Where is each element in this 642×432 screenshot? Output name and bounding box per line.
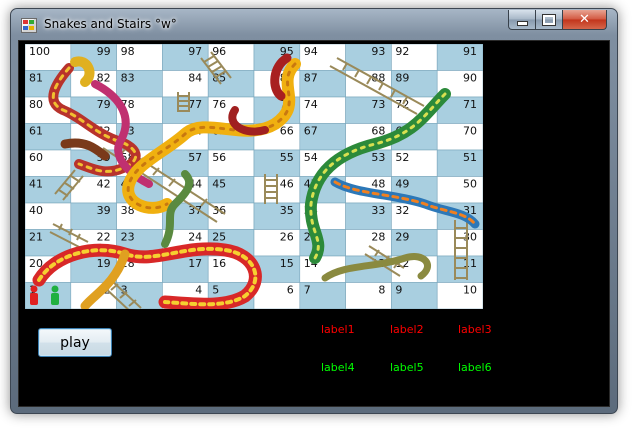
board-cell-number: 55 [280, 151, 294, 164]
app-icon[interactable] [21, 18, 37, 33]
board-cell-number: 94 [304, 45, 318, 58]
board-cell-number: 70 [463, 125, 477, 138]
board-cell-number: 40 [29, 204, 43, 217]
board-cell-number: 17 [188, 257, 202, 270]
board-cell-number: 32 [395, 204, 409, 217]
board-cell-number: 48 [371, 178, 385, 191]
board-cell-number: 92 [395, 45, 409, 58]
board-cell-number: 52 [395, 151, 409, 164]
window-title: Snakes and Stairs °w° [44, 17, 177, 31]
board-cell-number: 56 [212, 151, 226, 164]
board-cell-number: 35 [280, 204, 294, 217]
board-cell-number: 24 [188, 231, 202, 244]
board-cell-number: 8 [378, 284, 385, 297]
board-cell-number: 60 [29, 151, 43, 164]
board-cell-number: 25 [212, 231, 226, 244]
board-cell-number: 91 [463, 45, 477, 58]
app-window: Snakes and Stairs °w° ✕ 100 99 98 97 96 95 94 9… [10, 8, 618, 414]
label3: label3 [458, 323, 492, 336]
game-board[interactable]: 100 99 98 97 96 95 94 93 92 91 81 82 83 84 85 86 87 88 89 9… [25, 44, 483, 309]
board-cell-number: 9 [395, 284, 402, 297]
label4: label4 [321, 361, 355, 374]
board-cell-number: 10 [463, 284, 477, 297]
player-token-icon [51, 285, 59, 305]
board-cell-number: 80 [29, 98, 43, 111]
board-cell-number: 93 [371, 45, 385, 58]
label2: label2 [390, 323, 424, 336]
board-cell-number: 54 [304, 151, 318, 164]
board-cell-number: 19 [97, 257, 111, 270]
board-cell-number: 66 [280, 125, 294, 138]
minimize-button[interactable] [508, 10, 536, 30]
board-cell-number: 79 [97, 98, 111, 111]
board-cell-number: 53 [371, 151, 385, 164]
board-cell-number: 73 [371, 98, 385, 111]
board-cell-number: 74 [304, 98, 318, 111]
board-cell-number: 100 [29, 45, 50, 58]
board-cell-number: 21 [29, 231, 43, 244]
board-cell-number: 50 [463, 178, 477, 191]
board-cell-number: 83 [121, 72, 135, 85]
board-image: 100 99 98 97 96 95 94 93 92 9181 82 83 84 85 86 87 88 89 9… [25, 44, 483, 309]
close-button[interactable]: ✕ [562, 10, 607, 30]
client-area: 100 99 98 97 96 95 94 93 92 91 81 82 83 84 85 86 87 88 89 9… [18, 40, 610, 407]
board-cell-number: 7 [304, 284, 311, 297]
board-cell-number: 16 [212, 257, 226, 270]
board-cell-number: 39 [97, 204, 111, 217]
board-cell-number: 81 [29, 72, 43, 85]
board-cell-number: 46 [280, 178, 294, 191]
board-cell-number: 90 [463, 72, 477, 85]
board-cell-number: 67 [304, 125, 318, 138]
board-cell-number: 29 [395, 231, 409, 244]
board-cell-number: 61 [29, 125, 43, 138]
board-cell-number: 42 [97, 178, 111, 191]
board-cell-number: 89 [395, 72, 409, 85]
minimize-icon [516, 20, 528, 26]
maximize-button[interactable] [535, 10, 563, 30]
board-cell-number: 33 [371, 204, 385, 217]
board-cell-number: 49 [395, 178, 409, 191]
board-cell-number: 41 [29, 178, 43, 191]
board-cell-number: 77 [188, 98, 202, 111]
board-cell-number: 84 [188, 72, 202, 85]
board-cell-number: 76 [212, 98, 226, 111]
board-cell-number: 26 [280, 231, 294, 244]
board-cell-number: 45 [212, 178, 226, 191]
label1: label1 [321, 323, 355, 336]
board-cell-number: 5 [212, 284, 219, 297]
board-cell-number: 6 [287, 284, 294, 297]
board-cell-number: 71 [463, 98, 477, 111]
board-cell-number: 51 [463, 151, 477, 164]
label6: label6 [458, 361, 492, 374]
board-cell-number: 28 [371, 231, 385, 244]
label5: label5 [390, 361, 424, 374]
close-icon: ✕ [579, 12, 590, 27]
board-cell-number: 4 [195, 284, 202, 297]
maximize-icon [542, 13, 556, 26]
title-bar[interactable]: Snakes and Stairs °w° ✕ [11, 9, 617, 39]
player-token-icon [30, 285, 38, 305]
board-cell-number: 23 [121, 231, 135, 244]
board-cell-number: 22 [97, 231, 111, 244]
board-cell-number: 98 [121, 45, 135, 58]
board-cell-number: 97 [188, 45, 202, 58]
board-cell-number: 57 [188, 151, 202, 164]
play-button[interactable]: play [38, 328, 112, 357]
board-cell-number: 87 [304, 72, 318, 85]
board-cell-number: 99 [97, 45, 111, 58]
board-cell-number: 15 [280, 257, 294, 270]
